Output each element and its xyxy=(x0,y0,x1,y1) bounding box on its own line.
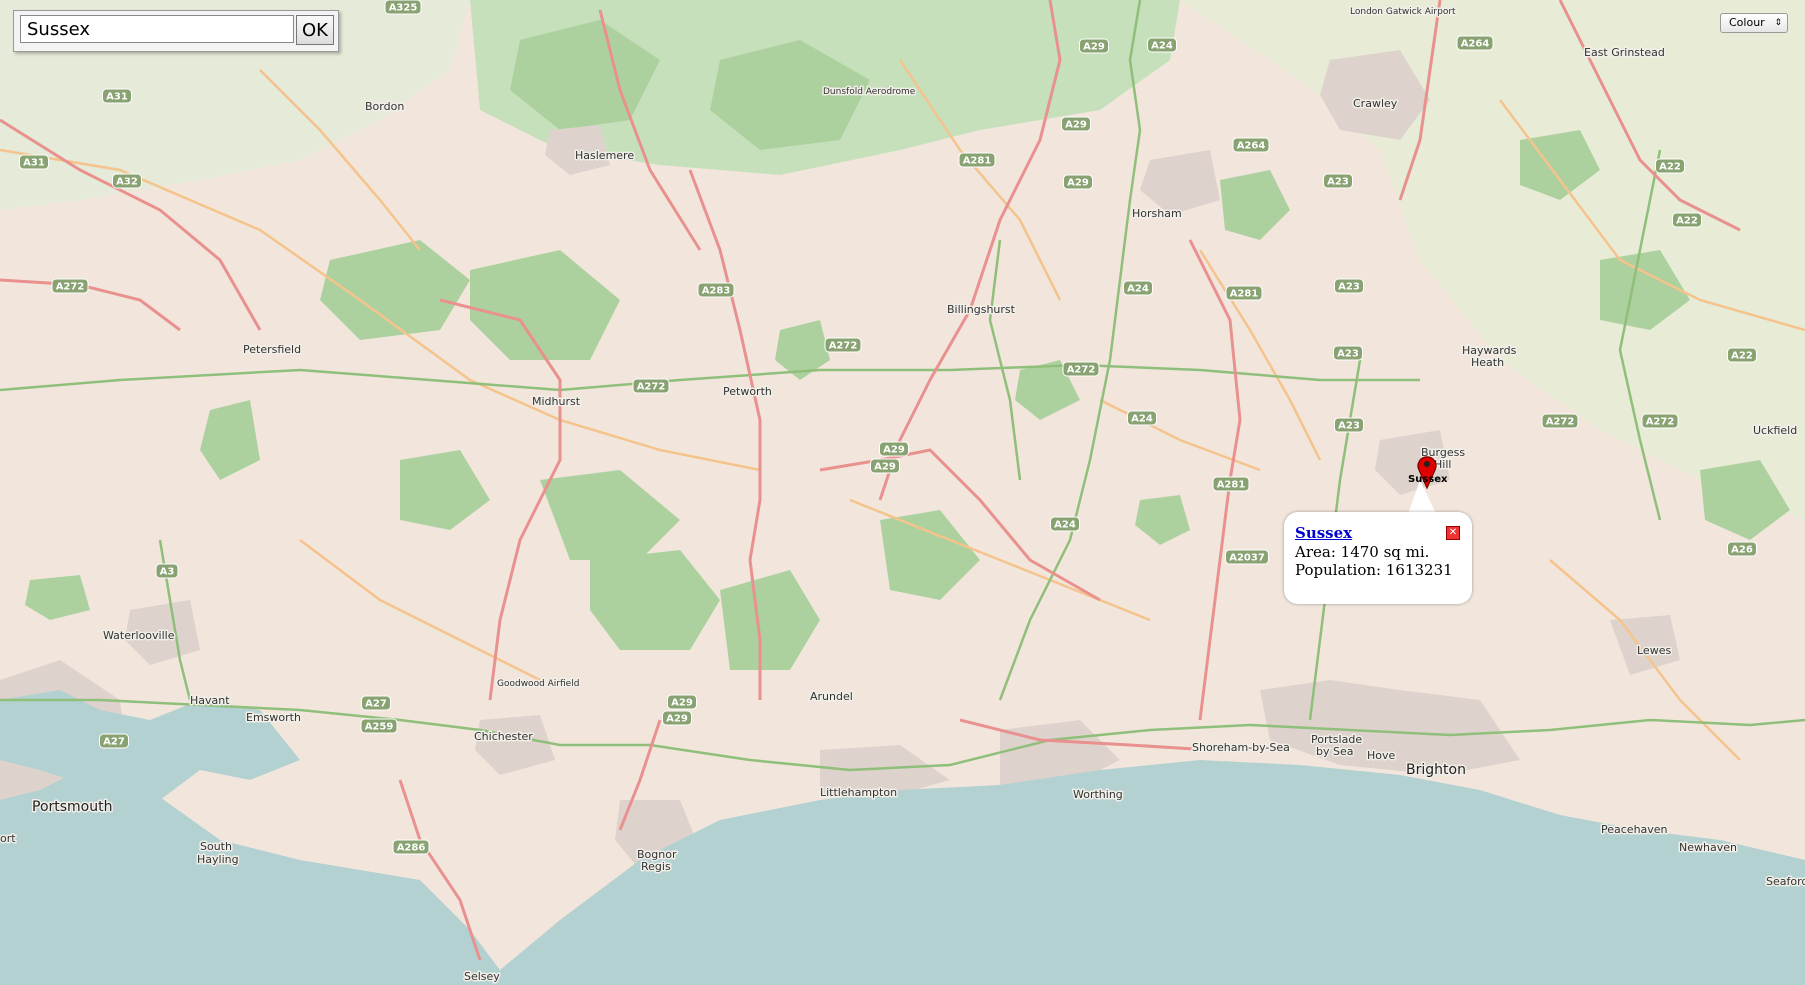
place-london-gatwick-airport: London Gatwick Airport xyxy=(1350,7,1456,17)
road-shield-label: A272 xyxy=(1067,365,1096,376)
road-shield-label: A29 xyxy=(1083,42,1105,53)
road-shield-label: A26 xyxy=(1731,545,1753,556)
road-shield-label: A325 xyxy=(389,3,418,14)
road-shield-label: A27 xyxy=(103,737,125,748)
road-shield-label: A283 xyxy=(702,286,731,297)
road-shield-label: A22 xyxy=(1659,162,1681,173)
road-shield-label: A264 xyxy=(1461,39,1490,50)
road-shield-label: A29 xyxy=(671,698,693,709)
place-south: South xyxy=(200,840,232,853)
place-hayling: Hayling xyxy=(197,853,239,866)
road-shield-label: A281 xyxy=(1217,480,1246,491)
place-worthing: Worthing xyxy=(1073,788,1123,801)
place-peacehaven: Peacehaven xyxy=(1601,823,1668,836)
map-canvas[interactable]: A325 A29 A24 A264 A31 A32 A281 A264 A22 A23 A272 A2… xyxy=(0,0,1805,985)
place-waterlooville: Waterlooville xyxy=(103,629,175,642)
road-shield-label: A272 xyxy=(637,382,666,393)
road-shield-label: A24 xyxy=(1131,414,1153,425)
place-billingshurst: Billingshurst xyxy=(947,303,1016,316)
road-shield-label: A264 xyxy=(1237,141,1266,152)
place-midhurst: Midhurst xyxy=(532,395,581,408)
place-uckfield: Uckfield xyxy=(1753,424,1797,437)
place-dunsfold-aerodrome: Dunsfold Aerodrome xyxy=(823,87,916,97)
road-shield-label: A29 xyxy=(1065,120,1087,131)
popup-area: Area: 1470 sq mi. xyxy=(1295,543,1430,561)
chevron-updown-icon: ⇕ xyxy=(1774,18,1782,28)
road-shield-label: A31 xyxy=(106,92,128,103)
road-shield-label: A23 xyxy=(1337,349,1359,360)
ok-button[interactable]: OK xyxy=(296,15,334,45)
marker-label: Sussex xyxy=(1408,474,1448,485)
place-goodwood-airfield: Goodwood Airfield xyxy=(497,679,579,689)
place-regis: Regis xyxy=(641,860,671,873)
place-havant: Havant xyxy=(190,694,230,707)
road-shield-label: A272 xyxy=(829,341,858,352)
map-style-select[interactable]: Colour ⇕ xyxy=(1720,13,1788,33)
place-petworth: Petworth xyxy=(723,385,772,398)
road-shield-label: A272 xyxy=(1646,417,1675,428)
road-shield-label: A272 xyxy=(1546,417,1575,428)
road-shield-label: A23 xyxy=(1338,282,1360,293)
place-horsham: Horsham xyxy=(1132,207,1182,220)
place-bordon: Bordon xyxy=(365,100,404,113)
road-shield-label: A32 xyxy=(116,177,138,188)
road-shield-label: A3 xyxy=(160,567,175,578)
place-chichester: Chichester xyxy=(474,730,533,743)
road-shield-label: A23 xyxy=(1327,177,1349,188)
road-shield-label: A24 xyxy=(1151,41,1173,52)
place-petersfield: Petersfield xyxy=(243,343,301,356)
place-selsey: Selsey xyxy=(464,970,500,983)
place-shoreham-by-sea: Shoreham-by-Sea xyxy=(1192,741,1290,754)
road-shield-label: A259 xyxy=(365,722,394,733)
road-shield-label: A286 xyxy=(397,843,426,854)
place-crawley: Crawley xyxy=(1353,97,1398,110)
map-style-value: Colour xyxy=(1729,16,1765,29)
road-shield-label: A31 xyxy=(23,158,45,169)
road-shield-label: A281 xyxy=(963,156,992,167)
popup-population: Population: 1613231 xyxy=(1295,561,1453,579)
road-shield-label: A272 xyxy=(56,282,85,293)
road-shield-label: A27 xyxy=(365,699,387,710)
road-shield-label: A22 xyxy=(1676,216,1698,227)
place-ort: ort xyxy=(0,832,16,845)
road-shield-label: A2037 xyxy=(1229,553,1265,564)
info-popup: Sussex ✕ Area: 1470 sq mi. Population: 1… xyxy=(1284,512,1472,604)
search-panel: OK xyxy=(13,10,339,52)
road-shield-label: A281 xyxy=(1230,289,1259,300)
road-shield-label: A22 xyxy=(1731,351,1753,362)
place-by-sea: by Sea xyxy=(1316,745,1353,758)
close-icon[interactable]: ✕ xyxy=(1446,526,1460,540)
place-arundel: Arundel xyxy=(810,690,853,703)
place-newhaven: Newhaven xyxy=(1679,841,1737,854)
search-input[interactable] xyxy=(20,15,294,43)
road-shield-label: A24 xyxy=(1127,284,1149,295)
road-shield-label: A29 xyxy=(874,462,896,473)
place-seaford: Seaford xyxy=(1766,875,1805,888)
road-shield-label: A23 xyxy=(1338,421,1360,432)
place-portsmouth: Portsmouth xyxy=(32,799,113,815)
place-littlehampton: Littlehampton xyxy=(820,786,897,799)
place-haslemere: Haslemere xyxy=(575,149,634,162)
road-shield-label: A29 xyxy=(1067,178,1089,189)
place-emsworth: Emsworth xyxy=(246,711,301,724)
place-east-grinstead: East Grinstead xyxy=(1584,46,1665,59)
road-shield-label: A29 xyxy=(883,445,905,456)
place-lewes: Lewes xyxy=(1637,644,1671,657)
road-shield-label: A29 xyxy=(666,714,688,725)
road-shield-label: A24 xyxy=(1054,520,1076,531)
place-hove: Hove xyxy=(1367,749,1396,762)
place-heath: Heath xyxy=(1471,356,1504,369)
place-brighton: Brighton xyxy=(1406,762,1466,778)
popup-title-link[interactable]: Sussex xyxy=(1295,524,1352,542)
